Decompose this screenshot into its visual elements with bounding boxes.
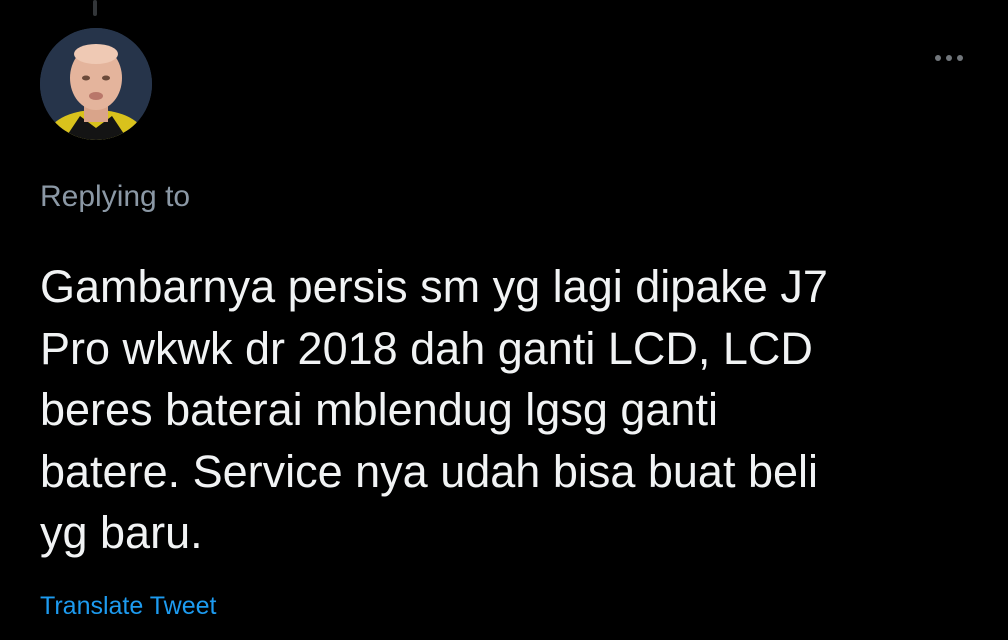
more-options-button[interactable] [928,46,970,70]
translate-tweet-link[interactable]: Translate Tweet [40,592,216,621]
tweet-text-line: beres baterai mblendug lgsg ganti [40,384,718,435]
tweet-text-line: Gambarnya persis sm yg lagi dipake J7 [40,261,828,312]
replying-to-label: Replying to [40,180,191,213]
more-horizontal-icon [946,55,952,61]
thread-connector-line [93,0,97,16]
more-horizontal-icon [935,55,941,61]
tweet-text-line: Pro wkwk dr 2018 dah ganti LCD, LCD [40,322,813,374]
tweet-text-line: yg baru. [40,507,203,558]
avatar[interactable] [40,28,152,140]
more-horizontal-icon [957,55,963,61]
tweet-text-line: batere. Service nya udah bisa buat beli [40,445,819,497]
tweet-text: Gambarnya persis sm yg lagi dipake J7 Pr… [40,256,990,564]
avatar-image [40,28,152,140]
